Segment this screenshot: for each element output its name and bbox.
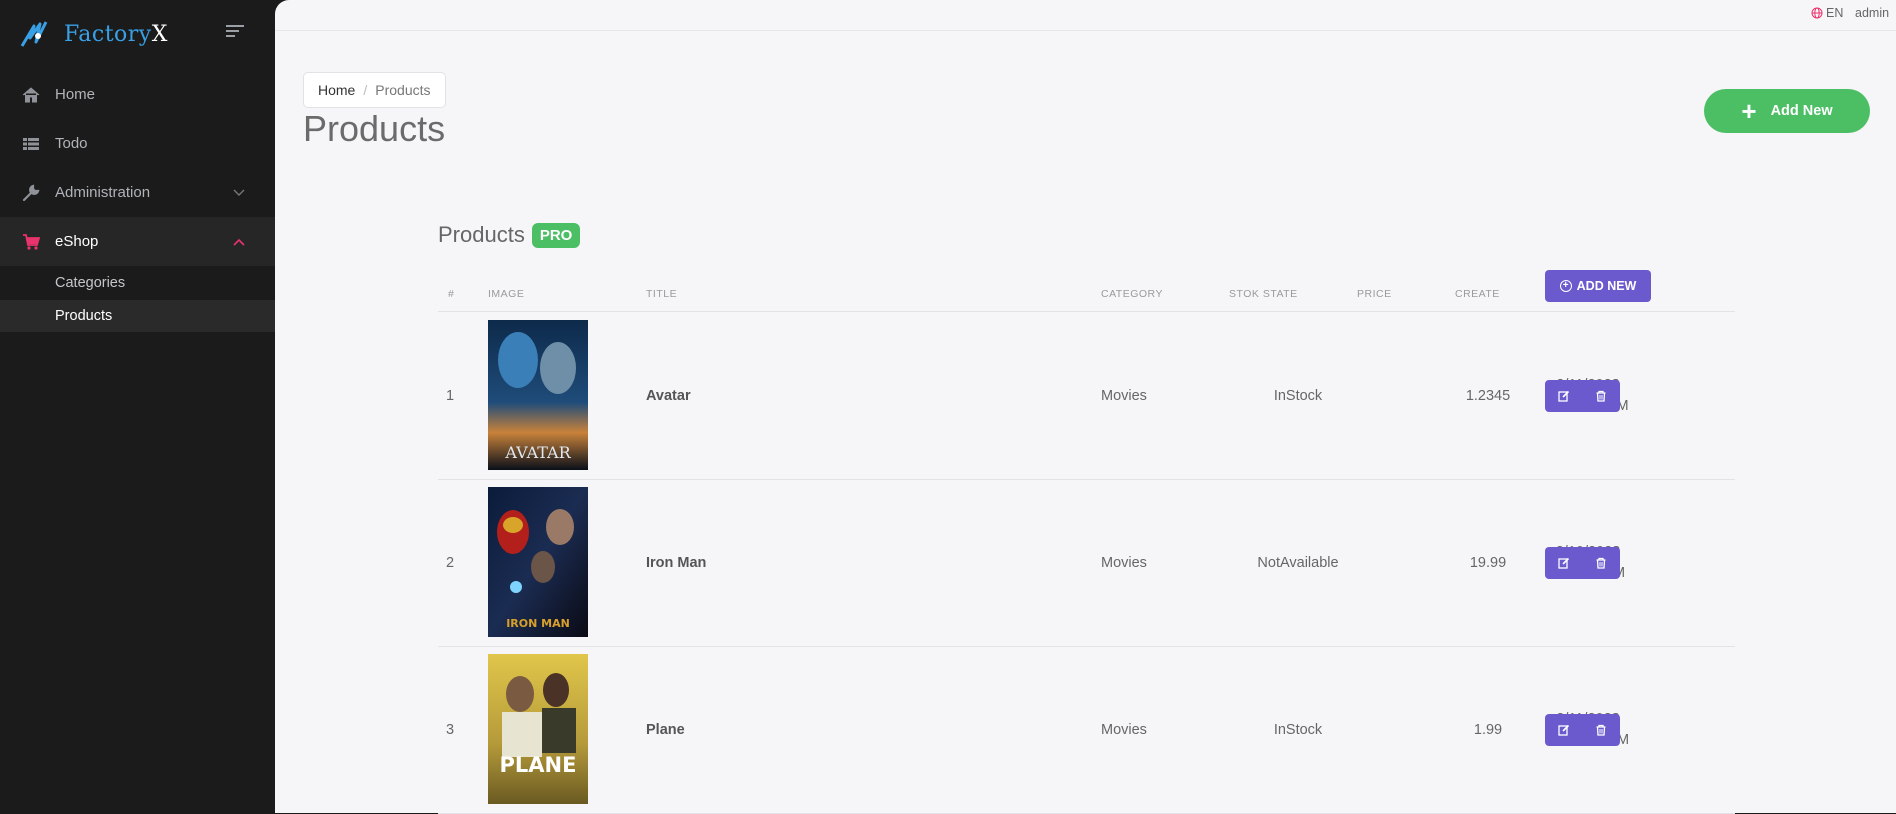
poster-text: AVATAR: [504, 443, 571, 462]
row-index: 2: [446, 554, 455, 571]
topbar: EN admin: [275, 0, 1896, 31]
row-category: Movies: [1101, 554, 1147, 571]
trash-icon: [1596, 724, 1605, 736]
product-image[interactable]: IRON MAN: [488, 487, 588, 637]
sidebar-subitem-categories[interactable]: Categories: [0, 267, 275, 299]
pro-badge: PRO: [531, 222, 581, 248]
sidebar-item-home[interactable]: Home: [0, 70, 275, 119]
breadcrumb-current: Products: [375, 82, 431, 98]
factoryx-logo-icon: [20, 21, 48, 47]
edit-icon: [1557, 390, 1569, 402]
sidebar-subitem-label: Categories: [55, 275, 126, 291]
sidebar-item-todo[interactable]: Todo: [0, 119, 275, 168]
sidebar-subitem-products[interactable]: Products: [0, 300, 275, 332]
row-actions: [1545, 380, 1620, 412]
wrench-icon: [22, 184, 40, 201]
delete-button[interactable]: [1582, 547, 1619, 579]
poster-text: PLANE: [500, 753, 577, 777]
delete-button[interactable]: [1582, 380, 1619, 412]
page-title: Products: [303, 108, 446, 149]
edit-button[interactable]: [1545, 380, 1582, 412]
row-actions: [1545, 547, 1620, 579]
product-image[interactable]: PLANE: [488, 654, 588, 804]
table-row: 3 PLANE Plane Movies InStock 1.99 2/11/2…: [438, 646, 1735, 814]
add-new-button[interactable]: + Add New: [1704, 89, 1870, 133]
product-image[interactable]: AVATAR: [488, 320, 588, 470]
chevron-down-icon: [233, 189, 245, 196]
table-row: 1 AVATAR Avatar Movies InStock 1.2345 2/…: [438, 312, 1735, 480]
language-selector[interactable]: EN: [1811, 6, 1843, 20]
column-header-stock: STOK STATE: [1229, 288, 1298, 300]
sidebar-item-label: Administration: [55, 184, 151, 201]
sidebar: FactoryX Home Todo Administration eShop …: [0, 0, 275, 813]
breadcrumb-home[interactable]: Home: [318, 82, 355, 98]
column-header-price: PRICE: [1357, 288, 1392, 300]
breadcrumb-separator: /: [363, 82, 368, 98]
row-price: 19.99: [1469, 554, 1507, 571]
table-add-new-button[interactable]: + ADD NEW: [1545, 270, 1651, 302]
list-icon: [23, 137, 39, 150]
main-content: EN admin Home / Products Products + Add …: [275, 0, 1896, 814]
delete-button[interactable]: [1582, 714, 1619, 746]
row-price: 1.99: [1473, 721, 1503, 738]
user-menu[interactable]: admin: [1855, 6, 1889, 20]
column-header-created: CREATE: [1455, 288, 1500, 300]
plus-circle-icon: +: [1559, 280, 1572, 292]
edit-button[interactable]: [1545, 547, 1582, 579]
row-title: Avatar: [646, 387, 691, 404]
breadcrumb: Home / Products: [303, 72, 446, 108]
language-label: EN: [1826, 6, 1844, 20]
row-stock-state: NotAvailable: [1257, 554, 1339, 571]
edit-icon: [1557, 557, 1569, 569]
card-title: Products PRO: [438, 222, 581, 248]
row-category: Movies: [1101, 721, 1147, 738]
row-category: Movies: [1101, 387, 1147, 404]
table-add-new-label: ADD NEW: [1576, 279, 1637, 293]
edit-icon: [1557, 724, 1569, 736]
card-title-text: Products: [438, 222, 525, 247]
column-header-index: #: [448, 288, 455, 300]
sidebar-item-label: eShop: [55, 233, 99, 250]
row-title: Iron Man: [646, 554, 707, 571]
brand-name: FactoryX: [64, 21, 168, 47]
menu-toggle-icon[interactable]: [226, 25, 244, 39]
row-index: 3: [446, 721, 455, 738]
globe-icon: [1811, 7, 1823, 19]
sidebar-subitem-label: Products: [55, 308, 113, 324]
chevron-up-icon: [233, 238, 245, 246]
row-title: Plane: [646, 721, 685, 738]
table-row: 2 IRON MAN Iron Man Movies NotAvailable …: [438, 479, 1735, 647]
add-new-label: Add New: [1770, 103, 1833, 119]
trash-icon: [1596, 557, 1605, 569]
sidebar-item-label: Home: [55, 86, 96, 103]
row-index: 1: [446, 387, 455, 404]
brand[interactable]: FactoryX: [18, 14, 168, 54]
edit-button[interactable]: [1545, 714, 1582, 746]
row-stock-state: InStock: [1273, 387, 1323, 404]
plus-icon: +: [1741, 96, 1757, 126]
poster-text: IRON MAN: [506, 617, 570, 630]
row-price: 1.2345: [1465, 387, 1511, 404]
trash-icon: [1596, 390, 1605, 402]
sidebar-item-eshop[interactable]: eShop: [0, 217, 275, 266]
column-header-image: IMAGE: [488, 288, 525, 300]
sidebar-item-label: Todo: [55, 135, 88, 152]
row-stock-state: InStock: [1273, 721, 1323, 738]
home-icon: [22, 86, 40, 102]
column-header-category: CATEGORY: [1101, 288, 1163, 300]
cart-icon: [23, 233, 40, 250]
sidebar-item-administration[interactable]: Administration: [0, 168, 275, 217]
column-header-title: TITLE: [646, 288, 678, 300]
row-actions: [1545, 714, 1620, 746]
